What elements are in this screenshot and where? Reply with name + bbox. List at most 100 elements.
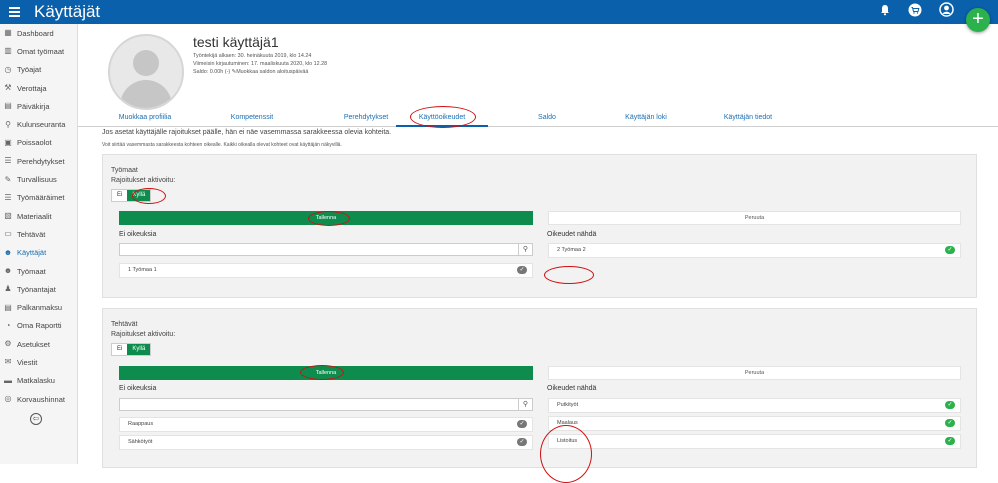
sidebar-item[interactable]: ☰ Perehdytykset (0, 152, 77, 170)
restrictions-toggle[interactable]: Ei Kyllä (111, 343, 152, 356)
sidebar-item[interactable]: ◔ Oma Raportti (0, 317, 77, 335)
sidebar-item-label: Palkanmaksu (17, 303, 63, 313)
sidebar-item[interactable]: ☻ Käyttäjät (0, 244, 77, 262)
sidebar-item[interactable]: ▤ Palkanmaksu (0, 298, 77, 316)
sidebar-item[interactable]: ☰ Työmääräimet (0, 189, 77, 207)
toggle-no[interactable]: Ei (112, 344, 127, 355)
user-group-icon: ☻ (3, 266, 13, 275)
sidebar-item[interactable]: ✎ Turvallisuus (0, 170, 77, 188)
tab-user-log[interactable]: Käyttäjän loki (625, 114, 667, 121)
cart-icon[interactable] (908, 3, 922, 22)
pencil-icon: ✎ (4, 174, 12, 184)
balance-text: Saldo: 0.00h (-) (193, 69, 231, 75)
top-bar: Käyttäjät (0, 0, 998, 24)
sidebar-item[interactable]: ▥ Omat työmaat (0, 42, 77, 60)
check-icon[interactable]: ✓ (517, 420, 527, 428)
building-icon: ▥ (4, 46, 12, 56)
check-icon[interactable]: ✓ (945, 437, 955, 445)
sidebar-item-label: Turvallisuus (17, 175, 57, 185)
sidebar-item[interactable]: ⚲ Kulunseuranta (0, 115, 77, 133)
sidebar-item-label: Matkalasku (17, 376, 55, 386)
sidebar-item[interactable]: ▭ Tehtävät (0, 225, 77, 243)
list-item[interactable]: Putkityöt ✓ (548, 398, 961, 413)
no-access-header: Ei oikeuksia (119, 385, 157, 392)
gear-icon: ⚙ (4, 339, 12, 349)
collapse-sidebar-icon[interactable]: ⇦ (30, 413, 42, 425)
list-item[interactable]: Maalaus ✓ (548, 416, 961, 431)
sidebar-item[interactable]: ▦ Dashboard (0, 24, 77, 42)
menu-icon[interactable] (9, 5, 20, 19)
list-item[interactable]: Sähkötyöt ✓ (119, 435, 533, 450)
annotation-circle (540, 425, 592, 483)
restrictions-label: Rajoitukset aktivoitu: (111, 331, 176, 338)
sidebar-item-label: Materiaalit (17, 211, 52, 221)
sidebar-item[interactable]: ▬ Matkalasku (0, 372, 77, 390)
sidebar-item-label: Kulunseuranta (17, 120, 66, 130)
search-input[interactable]: ⚲ (119, 398, 533, 411)
search-icon[interactable]: ⚲ (518, 244, 532, 255)
tab-orientations[interactable]: Perehdytykset (344, 114, 388, 121)
sidebar-item-label: Korvaushinnat (17, 394, 65, 404)
page-title: Käyttäjät (34, 2, 101, 21)
mail-icon: ✉ (4, 357, 12, 367)
list-item-label: Raappaus (128, 421, 154, 427)
sidebar-item-label: Poissaolot (17, 138, 52, 148)
worker-since: Työntekijä alkaen: 30. heinäkuuta 2019, … (193, 53, 312, 59)
sidebar-item[interactable]: ▧ Materiaalit (0, 207, 77, 225)
cancel-button[interactable]: Peruuta (548, 211, 961, 225)
search-input[interactable]: ⚲ (119, 243, 533, 256)
cancel-button[interactable]: Peruuta (548, 366, 961, 380)
tab-competences[interactable]: Kompetenssit (231, 114, 273, 121)
main-content: testi käyttäjä1 Työntekijä alkaen: 30. h… (78, 24, 998, 483)
tab-balance[interactable]: Saldo (538, 114, 556, 121)
restrictions-label: Rajoitukset aktivoitu: (111, 177, 176, 184)
list-item-label: 2 Työmaa 2 (557, 247, 586, 253)
sidebar-item-label: Päiväkirja (17, 101, 50, 111)
sidebar-item-label: Oma Raportti (17, 321, 62, 331)
book-icon: ▤ (4, 101, 12, 111)
edit-balance-link[interactable]: Muokkaa saldon aloituspäivää (236, 69, 308, 75)
list-item-label: Sähkötyöt (128, 439, 153, 445)
sidebar-item[interactable]: ▣ Poissaolot (0, 134, 77, 152)
sidebar-item-label: Työmääräimet (17, 193, 65, 203)
access-header: Oikeudet nähdä (547, 231, 597, 238)
tab-bar: Muokkaa profiilia Kompetenssit Perehdytyks… (78, 112, 998, 127)
annotation-circle (300, 365, 344, 380)
bell-icon[interactable] (879, 3, 891, 21)
avatar (108, 34, 184, 110)
check-icon[interactable]: ✓ (517, 438, 527, 446)
sidebar-item-label: Käyttäjät (17, 248, 47, 258)
check-icon[interactable]: ✓ (945, 246, 955, 254)
list-icon: ☰ (4, 192, 12, 202)
profile-name: testi käyttäjä1 (193, 34, 279, 50)
toggle-no[interactable]: Ei (112, 190, 127, 201)
sidebar-item[interactable]: ✉ Viestit (0, 353, 77, 371)
info-subtext: Voit siirtää vasemmasta sarakkeesta koht… (102, 142, 342, 148)
tab-edit-profile[interactable]: Muokkaa profiilia (119, 114, 172, 121)
sidebar-item[interactable]: ♟ Työnantajat (0, 280, 77, 298)
check-icon[interactable]: ✓ (945, 401, 955, 409)
sidebar-item-label: Omat työmaat (17, 46, 65, 56)
sidebar-item[interactable]: ☻ Työmaat (0, 262, 77, 280)
toggle-yes[interactable]: Kyllä (127, 344, 151, 355)
user-account-icon[interactable] (939, 2, 954, 22)
sidebar-item[interactable]: ⚙ Asetukset (0, 335, 77, 353)
list-item[interactable]: 1 Työmaa 1 ✓ (119, 263, 533, 278)
section-title: Tehtävät (111, 321, 138, 328)
tab-user-info[interactable]: Käyttäjän tiedot (724, 114, 772, 121)
coins-icon: ◎ (4, 394, 12, 404)
hammer-icon: ⚒ (4, 83, 12, 93)
annotation-circle (410, 106, 476, 128)
search-icon[interactable]: ⚲ (518, 399, 532, 410)
sidebar-item[interactable]: ◷ Työajat (0, 61, 77, 79)
check-icon[interactable]: ✓ (517, 266, 527, 274)
list-item[interactable]: Listoitus ✓ (548, 434, 961, 449)
balance-line: Saldo: 0.00h (-) ✎Muokkaa saldon aloitus… (193, 69, 308, 75)
list-item[interactable]: Raappaus ✓ (119, 417, 533, 432)
check-icon[interactable]: ✓ (945, 419, 955, 427)
sidebar-item[interactable]: ◎ Korvaushinnat (0, 390, 77, 408)
sheet-icon: ▤ (4, 302, 12, 312)
sidebar-item[interactable]: ⚒ Verottaja (0, 79, 77, 97)
list-item[interactable]: 2 Työmaa 2 ✓ (548, 243, 961, 258)
sidebar-item[interactable]: ▤ Päiväkirja (0, 97, 77, 115)
